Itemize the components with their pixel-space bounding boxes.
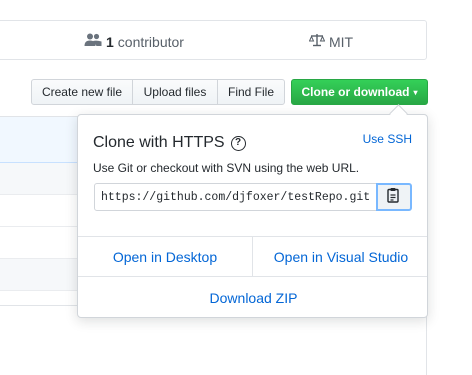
license-label: MIT — [329, 33, 354, 50]
clone-popover-title: Clone with HTTPS ? — [93, 134, 246, 152]
clone-or-download-button[interactable]: Clone or download ▾ — [291, 79, 428, 105]
open-in-visual-studio-link[interactable]: Open in Visual Studio — [253, 249, 429, 265]
contributors-count: 1 — [106, 33, 114, 50]
create-new-file-button[interactable]: Create new file — [31, 79, 133, 105]
clone-url-group — [94, 183, 412, 211]
license-link[interactable]: MIT — [308, 33, 354, 50]
law-scale-icon — [308, 33, 326, 50]
open-in-desktop-link[interactable]: Open in Desktop — [78, 249, 252, 265]
repo-summary-bar: 1 contributor MIT — [0, 20, 427, 60]
clone-popover: Clone with HTTPS ? Use SSH Use Git or ch… — [77, 114, 428, 318]
copy-url-button[interactable] — [376, 183, 412, 211]
clone-description: Use Git or checkout with SVN using the w… — [93, 161, 360, 175]
people-icon — [84, 33, 102, 50]
clone-url-input[interactable] — [94, 183, 377, 211]
find-file-button[interactable]: Find File — [217, 79, 285, 105]
clone-title-text: Clone with HTTPS — [93, 134, 225, 151]
popover-divider — [78, 276, 427, 277]
use-ssh-link[interactable]: Use SSH — [363, 132, 412, 146]
question-circle-icon[interactable]: ? — [230, 135, 246, 151]
clone-or-download-label: Clone or download — [301, 85, 410, 99]
clipboard-icon — [387, 187, 401, 208]
chevron-down-icon: ▾ — [413, 87, 418, 97]
download-zip-link[interactable]: Download ZIP — [78, 290, 429, 306]
upload-files-button[interactable]: Upload files — [132, 79, 218, 105]
contributors-link[interactable]: 1 contributor — [84, 33, 184, 50]
contributors-label: contributor — [117, 33, 184, 50]
